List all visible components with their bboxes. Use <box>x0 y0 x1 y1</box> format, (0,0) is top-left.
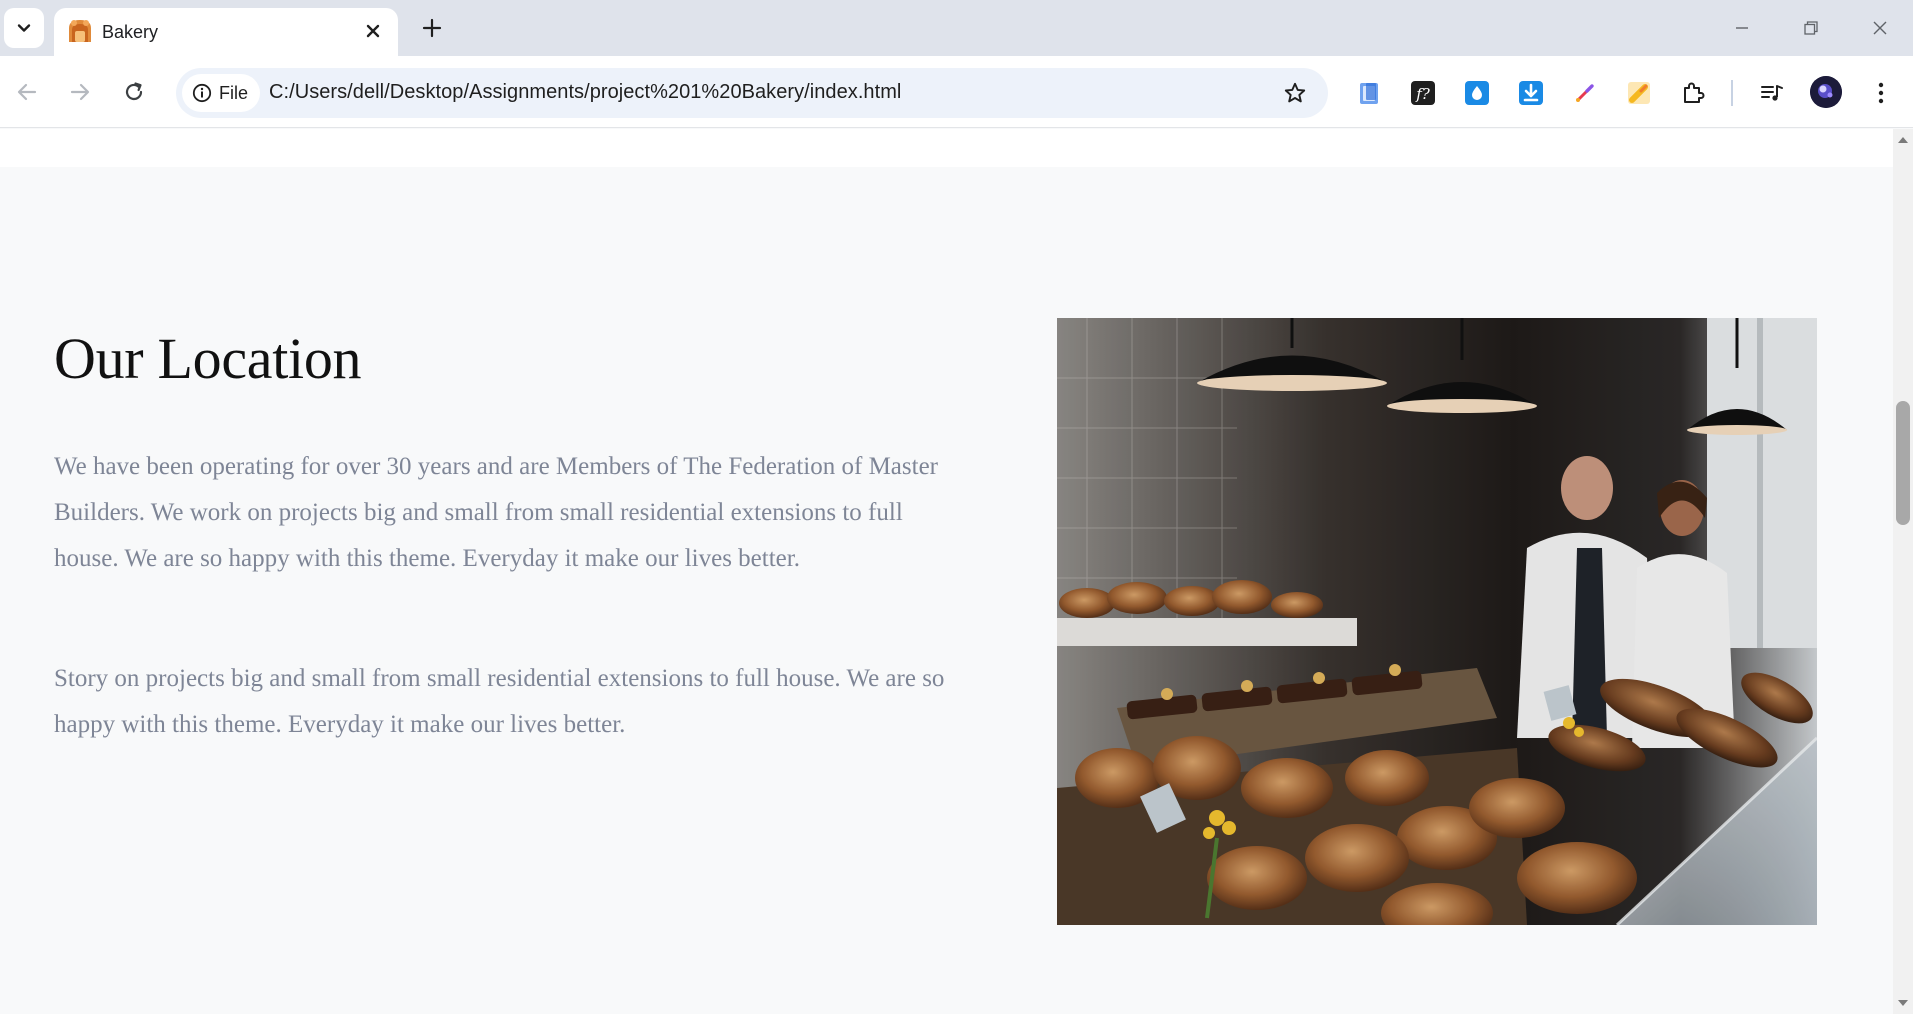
star-icon <box>1284 82 1306 103</box>
bookmark-button[interactable] <box>1278 77 1312 109</box>
highlighter-icon <box>1628 82 1650 104</box>
arrow-right-icon <box>70 83 90 101</box>
minimize-icon <box>1736 27 1748 29</box>
color-drop-icon <box>1465 81 1489 105</box>
site-info-chip[interactable]: File <box>182 74 260 112</box>
bakery-shop-image <box>1057 318 1817 925</box>
tab-strip: Bakery <box>0 0 1913 56</box>
location-paragraph-2: Story on projects big and small from sma… <box>54 665 945 738</box>
reload-icon <box>125 82 143 101</box>
reload-button[interactable] <box>112 70 156 114</box>
restore-button[interactable] <box>1786 6 1836 50</box>
bakery-interior-illustration <box>1057 318 1817 925</box>
scrollbar-thumb[interactable] <box>1896 401 1910 525</box>
extension-highlighter-button[interactable] <box>1624 78 1654 108</box>
back-button[interactable] <box>5 70 49 114</box>
svg-text:f?: f? <box>1415 85 1431 103</box>
extension-drop-button[interactable] <box>1462 78 1492 108</box>
section-heading: Our Location <box>54 326 362 391</box>
profile-avatar[interactable] <box>1810 76 1842 108</box>
font-finder-icon: f? <box>1411 81 1435 105</box>
page-viewport: Our Location We have been operating for … <box>0 129 1893 1014</box>
page-top-band <box>0 129 1893 167</box>
arrow-left-icon <box>17 83 37 101</box>
extension-picker-button[interactable] <box>1570 78 1600 108</box>
scroll-up-icon <box>1898 137 1908 143</box>
extension-font-button[interactable]: f? <box>1408 78 1438 108</box>
extension-download-button[interactable] <box>1516 78 1546 108</box>
media-controls-button[interactable] <box>1757 78 1787 108</box>
scroll-down-button[interactable] <box>1893 994 1913 1012</box>
download-icon <box>1519 81 1543 105</box>
tablet-extension-icon <box>1360 83 1378 104</box>
bakery-favicon-icon <box>69 20 91 42</box>
chevron-down-icon <box>17 24 31 32</box>
address-bar[interactable]: File C:/Users/dell/Desktop/Assignments/p… <box>176 68 1328 118</box>
scroll-up-button[interactable] <box>1893 131 1913 149</box>
puzzle-icon <box>1684 82 1705 103</box>
location-paragraph-1: We have been operating for over 30 years… <box>54 453 938 572</box>
tab-bakery[interactable]: Bakery <box>54 8 398 56</box>
avatar-image-icon <box>1810 76 1842 108</box>
close-icon <box>366 24 380 38</box>
plus-icon <box>422 18 442 38</box>
restore-icon <box>1804 21 1818 35</box>
scroll-down-icon <box>1898 1000 1908 1006</box>
minimize-button[interactable] <box>1717 6 1767 50</box>
extension-tablet-button[interactable] <box>1354 78 1384 108</box>
url-text[interactable]: C:/Users/dell/Desktop/Assignments/projec… <box>269 81 901 104</box>
close-window-button[interactable] <box>1855 6 1905 50</box>
media-controls-icon <box>1761 85 1783 101</box>
close-window-icon <box>1873 21 1887 35</box>
file-chip-label: File <box>219 82 249 103</box>
extensions-button[interactable] <box>1678 78 1708 108</box>
browser-menu-button[interactable] <box>1866 78 1896 108</box>
color-picker-icon <box>1576 84 1594 102</box>
new-tab-button[interactable] <box>414 10 450 46</box>
browser-toolbar: File C:/Users/dell/Desktop/Assignments/p… <box>0 56 1913 128</box>
tab-title: Bakery <box>102 22 159 42</box>
page-scrollbar[interactable] <box>1893 129 1913 1014</box>
close-tab-button[interactable] <box>358 16 388 46</box>
kebab-menu-icon <box>1878 82 1884 104</box>
tab-search-button[interactable] <box>4 8 44 48</box>
toolbar-separator <box>1731 80 1733 106</box>
forward-button[interactable] <box>58 70 102 114</box>
info-icon <box>192 83 212 103</box>
